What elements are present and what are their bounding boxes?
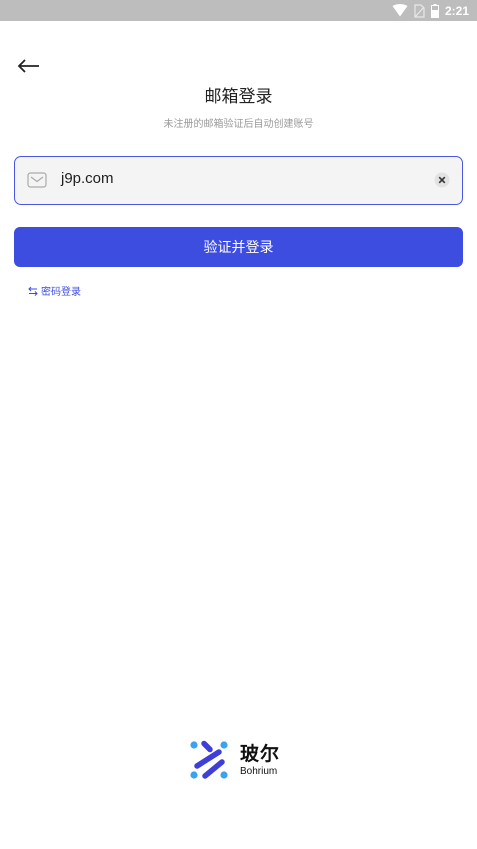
status-icons: 2:21 xyxy=(392,3,469,18)
bohrium-logo-icon xyxy=(190,740,228,779)
status-time: 2:21 xyxy=(444,3,469,18)
email-field[interactable]: j9p.com xyxy=(14,156,463,205)
submit-button[interactable]: 验证并登录 xyxy=(14,227,463,267)
mail-icon xyxy=(27,172,47,188)
back-arrow-icon[interactable] xyxy=(16,54,40,78)
no-sim-icon xyxy=(414,3,425,18)
password-login-link[interactable]: 密码登录 xyxy=(28,283,81,298)
battery-icon xyxy=(430,3,439,18)
page-subtitle: 未注册的邮箱验证后自动创建账号 xyxy=(163,119,314,130)
password-login-label[interactable]: 密码登录 xyxy=(41,283,81,298)
clear-icon[interactable] xyxy=(434,172,450,188)
bohrium-logo: 玻尔 Bohrium xyxy=(189,739,299,781)
logo-name-en: Bohrium xyxy=(240,766,278,777)
logo-name-cn: 玻尔 xyxy=(240,743,281,765)
wifi-icon xyxy=(392,4,408,17)
email-input-value[interactable]: j9p.com xyxy=(61,170,114,187)
status-bar: 2:21 xyxy=(0,0,477,21)
swap-icon xyxy=(28,286,38,296)
page-title: 邮箱登录 xyxy=(204,87,273,107)
